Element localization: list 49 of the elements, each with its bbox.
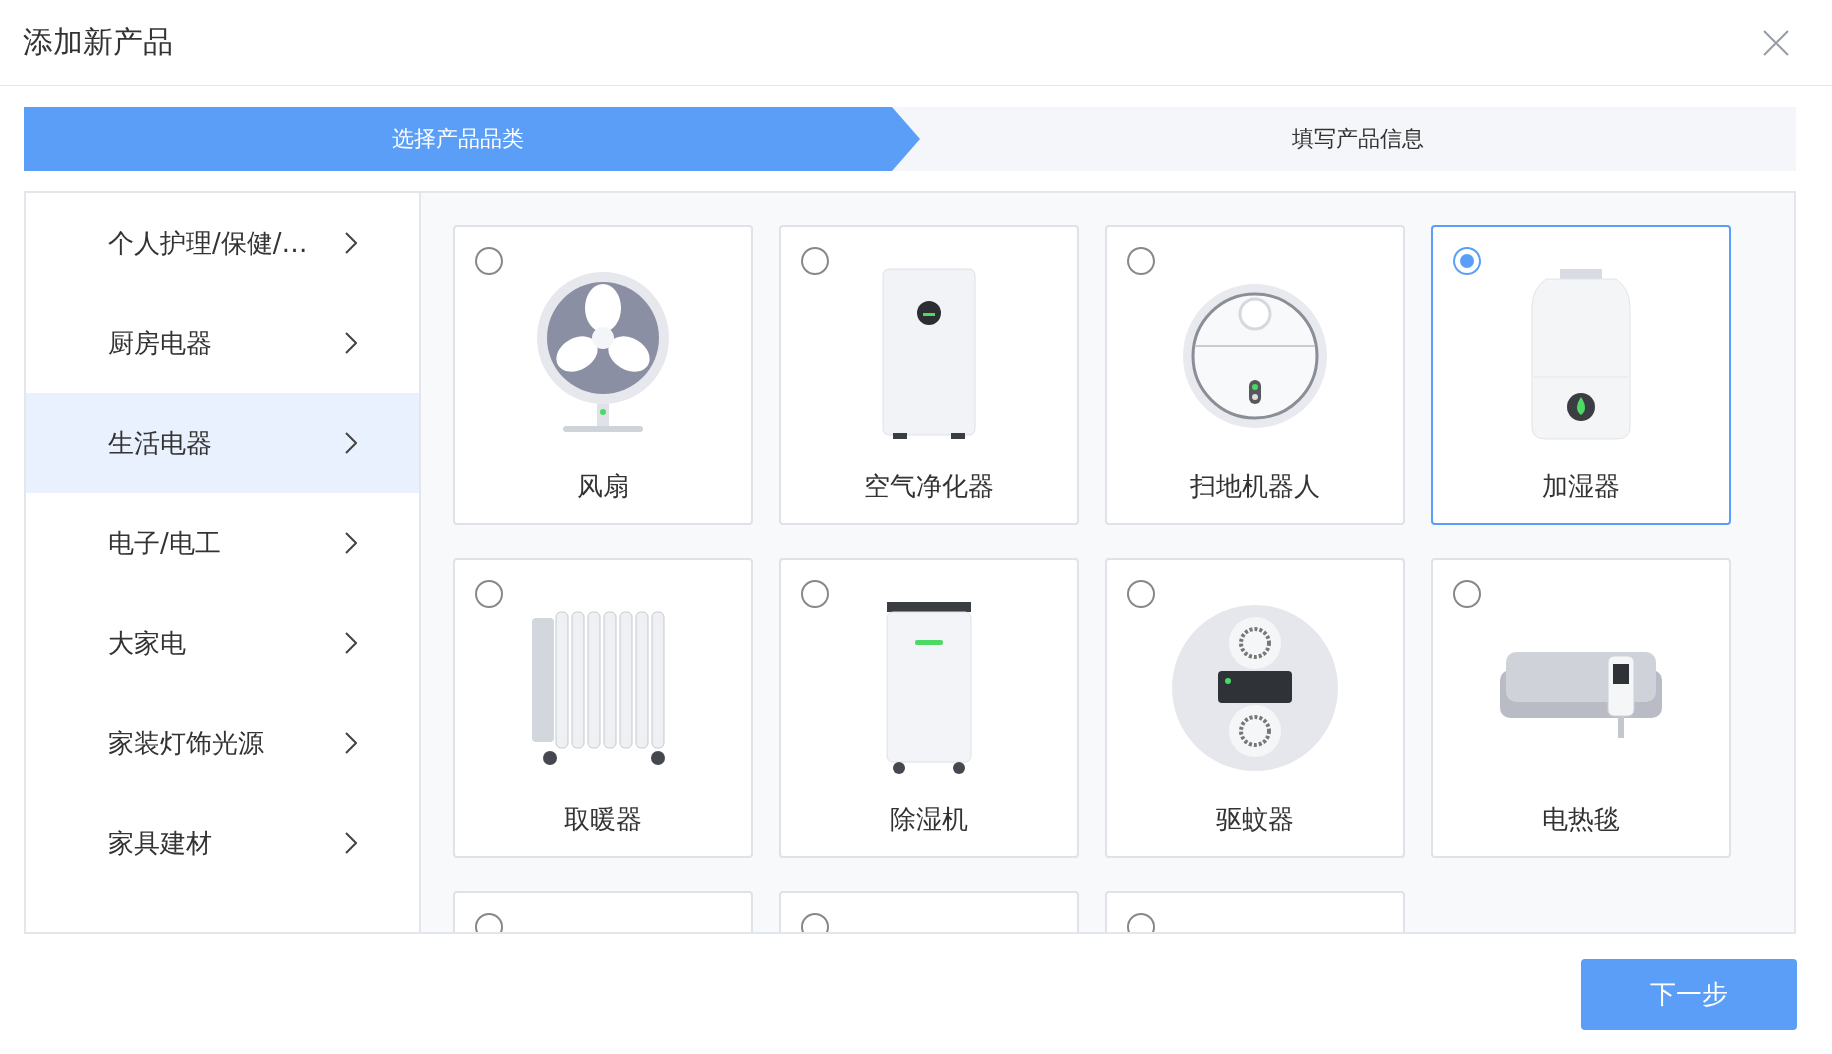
- product-label: 空气净化器: [864, 470, 994, 503]
- radio-button[interactable]: [801, 580, 829, 608]
- radio-button[interactable]: [1453, 247, 1481, 275]
- product-label: 扫地机器人: [1190, 470, 1320, 503]
- radio-button[interactable]: [1127, 580, 1155, 608]
- radio-button[interactable]: [801, 247, 829, 275]
- category-item[interactable]: 电子/电工: [26, 493, 419, 593]
- chevron-right-icon: [345, 832, 357, 854]
- radio-button[interactable]: [475, 580, 503, 608]
- product-label: 风扇: [577, 470, 629, 503]
- product-card[interactable]: 空气净化器: [779, 225, 1079, 525]
- product-card[interactable]: 加湿器: [1431, 225, 1731, 525]
- chevron-right-icon: [345, 532, 357, 554]
- category-item[interactable]: 厨房电器: [26, 293, 419, 393]
- category-label: 电子/电工: [108, 526, 221, 560]
- product-card[interactable]: 风扇: [453, 225, 753, 525]
- close-icon[interactable]: [1762, 28, 1790, 57]
- category-label: 生活电器: [108, 426, 212, 460]
- product-card[interactable]: 取暖器: [453, 558, 753, 858]
- dialog-title: 添加新产品: [23, 23, 173, 61]
- category-item[interactable]: 大家电: [26, 593, 419, 693]
- category-item[interactable]: 家具建材: [26, 793, 419, 893]
- step-tab[interactable]: 填写产品信息: [920, 107, 1796, 171]
- category-item[interactable]: 家装灯饰光源: [26, 693, 419, 793]
- product-label: 驱蚊器: [1216, 803, 1294, 836]
- product-card[interactable]: 驱蚊器: [1105, 558, 1405, 858]
- product-label: 取暖器: [564, 803, 642, 836]
- category-label: 家具建材: [108, 826, 212, 860]
- radio-button[interactable]: [1127, 247, 1155, 275]
- radio-button[interactable]: [475, 247, 503, 275]
- category-label: 家装灯饰光源: [108, 726, 264, 760]
- mosquito-repeller-icon: [1170, 603, 1340, 773]
- chevron-right-icon: [345, 432, 357, 454]
- product-label: 除湿机: [890, 803, 968, 836]
- chevron-right-icon: [345, 632, 357, 654]
- product-card[interactable]: 除湿机: [779, 558, 1079, 858]
- category-label: 大家电: [108, 626, 186, 660]
- chevron-right-icon: [345, 332, 357, 354]
- radio-button[interactable]: [1453, 580, 1481, 608]
- category-item[interactable]: 生活电器: [26, 393, 419, 493]
- chevron-right-icon: [345, 732, 357, 754]
- chevron-right-icon: [345, 232, 357, 254]
- product-label: 电热毯: [1542, 803, 1620, 836]
- product-card[interactable]: 扫地机器人: [1105, 225, 1405, 525]
- category-label: 个人护理/保健/…: [108, 226, 308, 260]
- category-item[interactable]: 个人护理/保健/…: [26, 193, 419, 293]
- product-card[interactable]: 电热毯: [1431, 558, 1731, 858]
- product-label: 加湿器: [1542, 470, 1620, 503]
- category-label: 厨房电器: [108, 326, 212, 360]
